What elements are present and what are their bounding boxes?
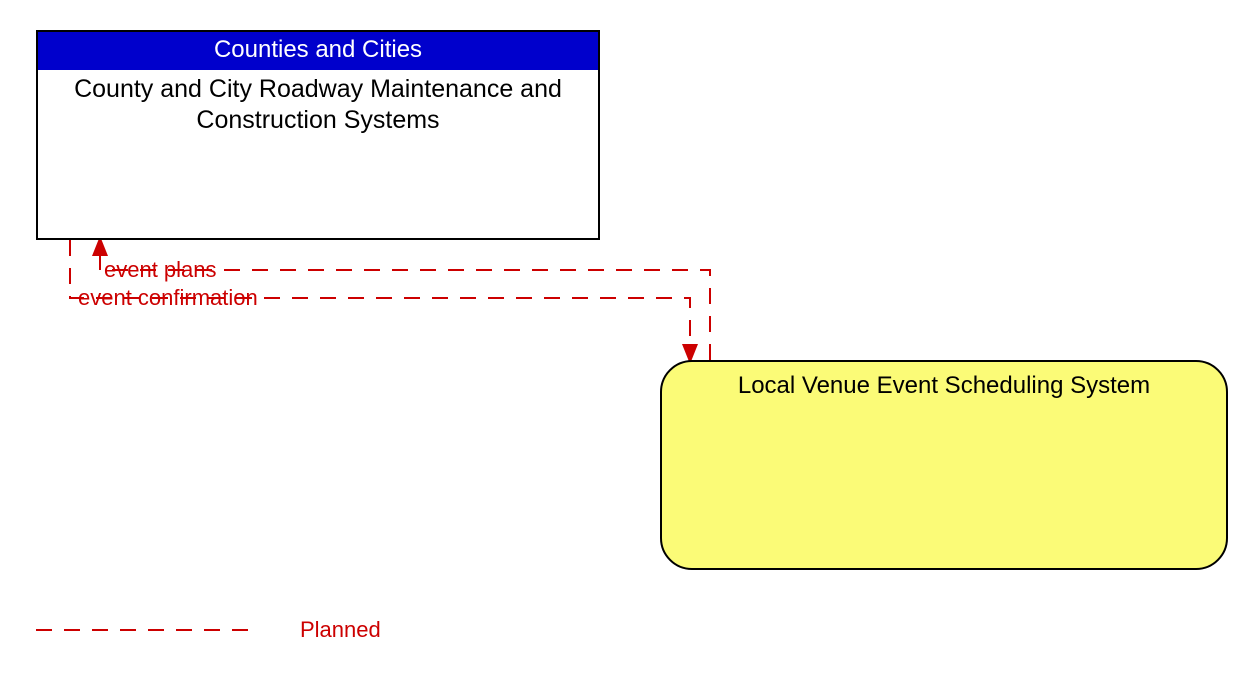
entity-counties-cities-header: Counties and Cities [38,32,598,70]
entity-local-venue-label: Local Venue Event Scheduling System [662,362,1226,400]
legend-planned-label: Planned [300,617,381,643]
flow-label-event-plans: event plans [104,257,217,283]
entity-counties-cities-body: County and City Roadway Maintenance and … [38,70,598,137]
flow-label-event-confirmation: event confirmation [78,285,258,311]
entity-local-venue: Local Venue Event Scheduling System [660,360,1228,570]
entity-counties-cities: Counties and Cities County and City Road… [36,30,600,240]
